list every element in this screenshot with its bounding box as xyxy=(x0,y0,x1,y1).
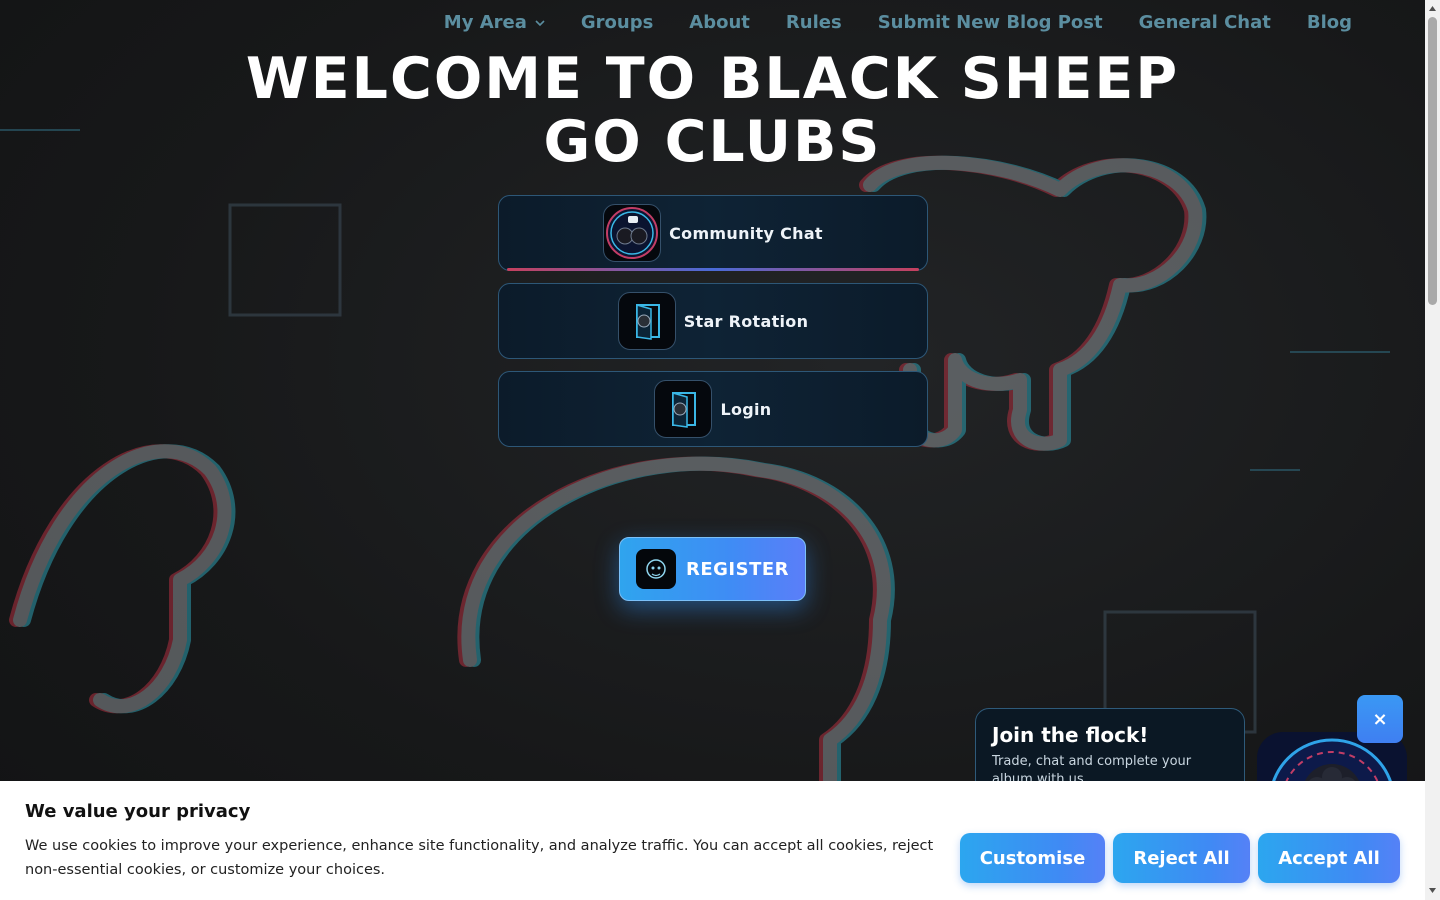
star-rotation-button[interactable]: Star Rotation xyxy=(498,283,928,359)
sheep-icon xyxy=(635,549,676,589)
customise-label: Customise xyxy=(979,847,1086,869)
door-sheep-icon xyxy=(654,380,713,438)
reject-all-button[interactable]: Reject All xyxy=(1113,833,1250,883)
nav-my-area[interactable]: My Area xyxy=(444,12,545,33)
title-line-2: GO CLUBS xyxy=(543,109,882,175)
cookie-title: We value your privacy xyxy=(25,801,251,822)
nav-submit-blog-post[interactable]: Submit New Blog Post xyxy=(878,12,1103,33)
nav-about[interactable]: About xyxy=(689,12,750,33)
nav-blog[interactable]: Blog xyxy=(1307,12,1352,33)
chevron-down-icon xyxy=(535,19,545,26)
page-title: WELCOME TO BLACK SHEEP GO CLUBS xyxy=(0,48,1425,174)
login-button[interactable]: Login xyxy=(498,371,928,447)
scroll-down-icon[interactable] xyxy=(1428,886,1437,895)
cookie-banner: We value your privacy We use cookies to … xyxy=(0,781,1425,900)
scroll-thumb[interactable] xyxy=(1428,17,1437,305)
nav-general-chat[interactable]: General Chat xyxy=(1139,12,1271,33)
nav-groups[interactable]: Groups xyxy=(581,12,653,33)
community-chat-label: Community Chat xyxy=(669,223,823,243)
reject-all-label: Reject All xyxy=(1133,847,1230,869)
promo-close-button[interactable]: × xyxy=(1357,695,1403,743)
page-scrollbar[interactable] xyxy=(1425,0,1440,900)
chat-sheep-icon xyxy=(603,204,662,262)
accept-all-label: Accept All xyxy=(1278,847,1380,869)
register-button[interactable]: REGISTER xyxy=(619,537,806,601)
star-rotation-label: Star Rotation xyxy=(683,311,809,331)
cookie-text: We use cookies to improve your experienc… xyxy=(25,838,934,878)
title-line-1: WELCOME TO BLACK SHEEP xyxy=(245,46,1180,112)
main-navigation: My Area Groups About Rules Submit New Bl… xyxy=(0,12,1425,33)
community-chat-button[interactable]: Community Chat xyxy=(498,195,928,271)
scroll-up-icon[interactable] xyxy=(1428,4,1437,13)
promo-title: Join the flock! xyxy=(992,723,1149,747)
door-sheep-icon xyxy=(617,292,676,350)
login-label: Login xyxy=(720,399,772,419)
accept-all-button[interactable]: Accept All xyxy=(1258,833,1400,883)
customise-button[interactable]: Customise xyxy=(960,833,1105,883)
register-label: REGISTER xyxy=(685,558,790,580)
nav-rules[interactable]: Rules xyxy=(786,12,842,33)
nav-my-area-label: My Area xyxy=(443,12,527,33)
